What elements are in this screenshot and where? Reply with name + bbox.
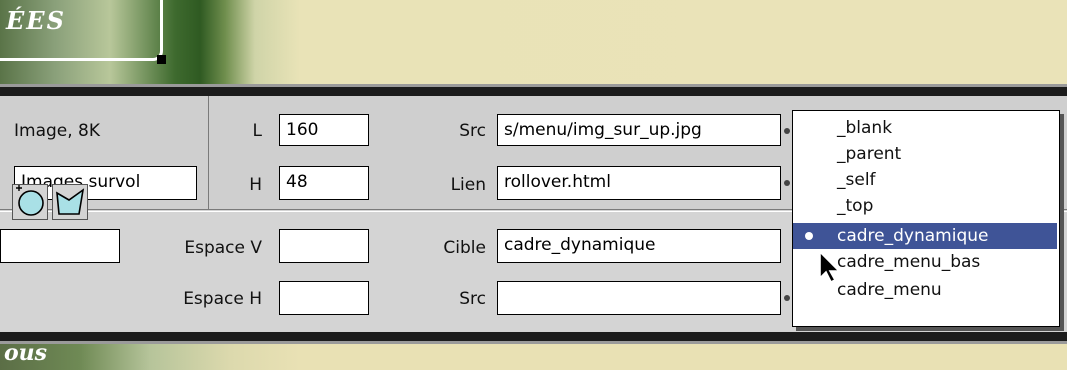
circle-hotspot-icon[interactable] <box>12 184 48 220</box>
height-field[interactable]: 48 <box>279 166 369 200</box>
src-label: Src <box>459 121 486 141</box>
target-label: Cible <box>443 238 486 258</box>
vspace-field[interactable] <box>279 229 369 263</box>
menu-item-top[interactable]: _top <box>793 193 1057 219</box>
menu-item-self[interactable]: _self <box>793 167 1057 193</box>
menu-item-label: cadre_dynamique <box>837 226 989 246</box>
height-label: H <box>249 175 262 195</box>
src2-label: Src <box>459 289 486 309</box>
polygon-hotspot-icon[interactable] <box>52 184 88 220</box>
browse-folder-icon[interactable] <box>784 128 790 134</box>
separator <box>0 332 1067 341</box>
selected-bullet-icon <box>805 232 813 240</box>
link-label: Lien <box>450 175 486 195</box>
menu-item-cadre-dynamique[interactable]: cadre_dynamique <box>793 223 1057 249</box>
bottom-banner-text: ous <box>4 340 48 366</box>
browse-folder-icon[interactable] <box>784 295 790 301</box>
menu-item-blank[interactable]: _blank <box>793 115 1057 141</box>
map-name-field[interactable] <box>0 229 120 263</box>
mouse-pointer-icon <box>819 250 841 284</box>
vspace-label: Espace V <box>184 238 262 258</box>
width-label: L <box>252 121 262 141</box>
width-field[interactable]: 160 <box>279 114 369 146</box>
target-popup-menu: _blank _parent _self _top cadre_dynamiqu… <box>792 110 1060 327</box>
logo-frame: ÉES <box>0 0 166 64</box>
link-field[interactable]: rollover.html <box>497 166 781 200</box>
hotspot-tools <box>12 184 118 220</box>
image-size-label: Image, 8K <box>14 121 101 141</box>
hspace-label: Espace H <box>183 289 262 309</box>
src-field[interactable]: s/menu/img_sur_up.jpg <box>497 114 781 146</box>
target-field[interactable]: cadre_dynamique <box>497 229 781 263</box>
low-src-field[interactable] <box>497 281 781 315</box>
menu-item-parent[interactable]: _parent <box>793 141 1057 167</box>
hspace-field[interactable] <box>279 281 369 315</box>
divider <box>208 96 209 209</box>
browse-folder-icon[interactable] <box>784 180 790 186</box>
logo-text: ÉES <box>6 6 66 35</box>
banner-image-bottom: ous <box>0 340 1067 370</box>
separator <box>0 87 1067 96</box>
banner-image: ÉES <box>0 0 1067 88</box>
